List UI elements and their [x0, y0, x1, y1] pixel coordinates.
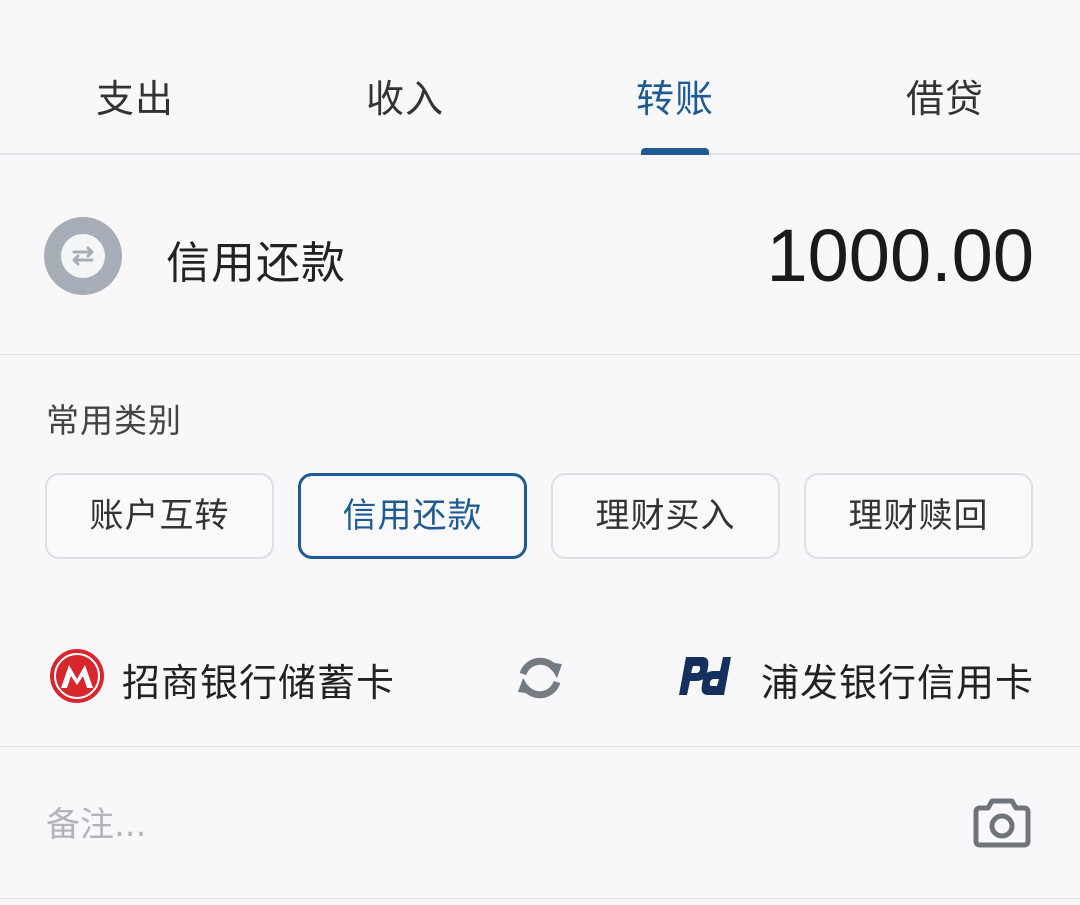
tab-bar: 支出 收入 转账 借贷: [0, 0, 1080, 155]
to-account-label[interactable]: 浦发银行信用卡: [761, 652, 1034, 707]
tab-loan[interactable]: 借贷: [906, 68, 984, 123]
swap-refresh-icon[interactable]: [508, 648, 572, 708]
transfer-arrows-icon[interactable]: [44, 217, 122, 295]
common-categories-title: 常用类别: [46, 401, 182, 440]
tab-transfer[interactable]: 转账: [636, 68, 714, 123]
camera-icon[interactable]: [973, 797, 1031, 849]
note-input[interactable]: [46, 799, 846, 851]
category-chip-wealth-redemption[interactable]: 理财赎回: [804, 473, 1033, 559]
accounts-row: 招商银行储蓄卡 浦发银行信用卡: [0, 600, 1080, 747]
amount-row: 信用还款 1000.00: [0, 155, 1080, 355]
tab-expense[interactable]: 支出: [96, 68, 174, 123]
category-chip-account-transfer[interactable]: 账户互转: [45, 473, 274, 559]
amount-display[interactable]: 1000.00: [767, 213, 1035, 298]
active-tab-indicator: [641, 148, 709, 155]
selected-category-label[interactable]: 信用还款: [166, 227, 346, 291]
note-row: [0, 747, 1080, 899]
from-account-label[interactable]: 招商银行储蓄卡: [122, 652, 395, 707]
spdb-bank-logo-icon[interactable]: [676, 651, 734, 701]
category-chip-credit-repayment[interactable]: 信用还款: [298, 473, 527, 559]
category-chip-wealth-purchase[interactable]: 理财买入: [551, 473, 780, 559]
tab-income[interactable]: 收入: [366, 68, 444, 123]
cmb-bank-logo-icon[interactable]: [49, 648, 105, 704]
